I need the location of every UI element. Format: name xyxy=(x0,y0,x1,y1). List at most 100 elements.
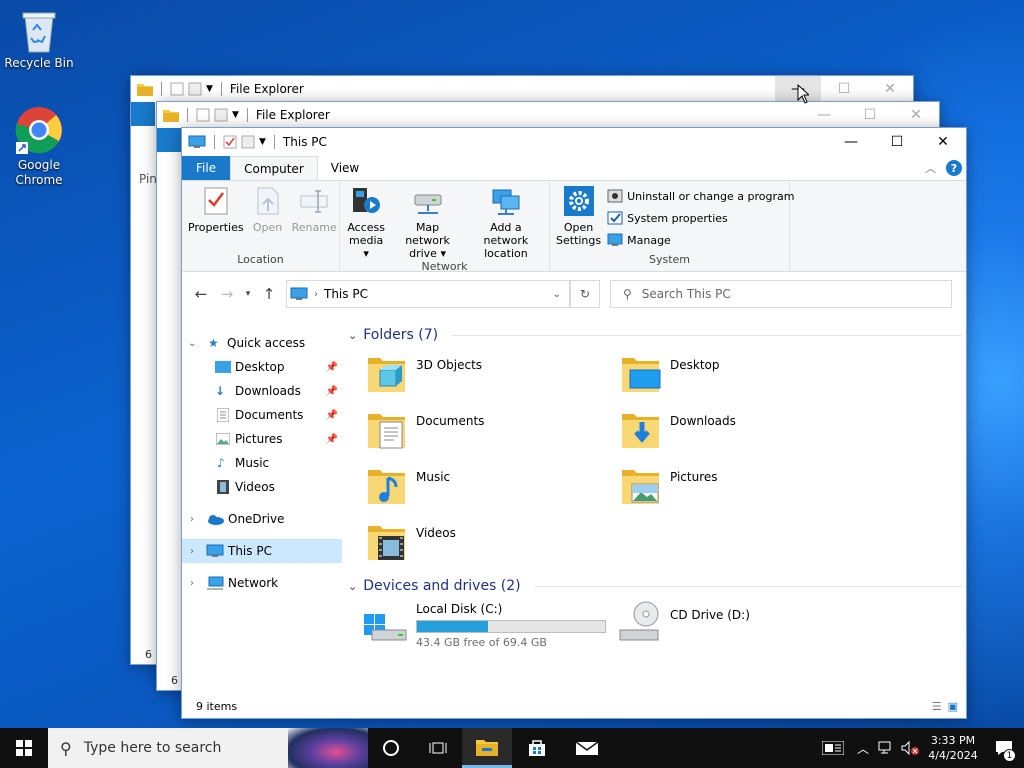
qat-dropdown-icon[interactable]: ▼ xyxy=(232,110,239,120)
breadcrumb-this-pc[interactable]: This PC xyxy=(324,287,368,301)
up-button[interactable]: ↑ xyxy=(256,281,282,307)
new-folder-qat-icon[interactable] xyxy=(241,135,255,149)
tab-computer[interactable]: Computer xyxy=(230,156,318,180)
section-header-folders[interactable]: ⌄ Folders (7) xyxy=(348,324,962,346)
nav-downloads[interactable]: ↓ Downloads 📌 xyxy=(182,379,342,403)
forward-button[interactable]: → xyxy=(214,281,240,307)
chevron-right-icon[interactable]: › xyxy=(190,514,194,525)
nav-desktop[interactable]: Desktop 📌 xyxy=(182,355,342,379)
tab-view[interactable]: View xyxy=(318,156,372,180)
desktop-icon-chrome[interactable]: Google Chrome xyxy=(1,104,77,188)
volume-button[interactable] xyxy=(898,728,922,768)
minimize-button[interactable]: — xyxy=(828,128,874,156)
title-bar[interactable]: ▼ File Explorer — ☐ ✕ xyxy=(157,102,939,128)
folder-downloads[interactable]: Downloads xyxy=(620,408,736,452)
map-network-drive-button[interactable]: Map network drive ▾ xyxy=(390,185,464,260)
task-view-button[interactable] xyxy=(414,728,462,768)
folder-music[interactable]: Music xyxy=(366,464,450,508)
new-folder-qat-icon[interactable] xyxy=(214,108,228,122)
network-drive-icon xyxy=(414,194,442,214)
open-settings-button[interactable]: Open Settings xyxy=(552,185,605,247)
pin-icon[interactable]: 📌 xyxy=(326,410,338,421)
nav-pictures[interactable]: Pictures 📌 xyxy=(182,427,342,451)
action-center-button[interactable]: 1 xyxy=(984,728,1024,768)
section-header-devices[interactable]: ⌄ Devices and drives (2) xyxy=(348,575,962,597)
refresh-button[interactable]: ↻ xyxy=(570,280,600,308)
clock[interactable]: 3:33 PM 4/4/2024 xyxy=(922,733,984,763)
nav-documents[interactable]: Documents 📌 xyxy=(182,403,342,427)
group-label-location: Location xyxy=(237,253,284,266)
chevron-down-icon[interactable]: ⌄ xyxy=(348,580,357,593)
qat-dropdown-icon[interactable]: ▼ xyxy=(259,137,266,147)
large-icons-view-icon[interactable]: ▣ xyxy=(948,700,958,713)
file-tab[interactable] xyxy=(131,102,155,126)
nav-this-pc[interactable]: › This PC xyxy=(182,539,342,563)
show-hidden-icons-button[interactable]: ︿ xyxy=(852,728,874,768)
search-box[interactable]: ⚲ Search This PC xyxy=(610,280,952,308)
search-placeholder: Type here to search xyxy=(83,740,222,756)
properties-button[interactable]: Properties xyxy=(184,185,248,234)
tab-file[interactable]: File xyxy=(182,156,231,180)
drive-cd-d[interactable]: CD Drive (D:) xyxy=(616,600,750,644)
title-bar[interactable]: ▼ This PC — ☐ ✕ xyxy=(182,128,966,156)
maximize-button[interactable]: ☐ xyxy=(847,102,893,128)
folder-documents[interactable]: Documents xyxy=(366,408,484,452)
chevron-down-icon[interactable]: ⌄ xyxy=(188,338,196,349)
file-tab[interactable] xyxy=(157,128,181,152)
breadcrumb-chevron-icon[interactable]: › xyxy=(314,289,318,300)
rename-button[interactable]: Rename xyxy=(288,185,341,234)
collapse-ribbon-icon[interactable]: ︿ xyxy=(925,160,936,176)
pin-icon[interactable]: 📌 xyxy=(326,386,338,397)
details-view-icon[interactable]: ☰ xyxy=(932,700,942,713)
news-widget-button[interactable] xyxy=(814,728,852,768)
maximize-button[interactable]: ☐ xyxy=(874,128,920,156)
open-button[interactable]: Open xyxy=(248,185,288,234)
pin-icon[interactable]: 📌 xyxy=(326,362,338,373)
maximize-button[interactable]: ☐ xyxy=(821,76,867,102)
folder-videos[interactable]: Videos xyxy=(366,520,456,564)
chevron-right-icon[interactable]: › xyxy=(190,546,194,557)
taskbar-store[interactable] xyxy=(512,728,562,768)
nav-videos[interactable]: Videos xyxy=(182,475,342,499)
new-folder-qat-icon[interactable] xyxy=(188,82,202,96)
pin-icon[interactable]: 📌 xyxy=(326,434,338,445)
add-network-location-button[interactable]: Add a network location xyxy=(465,185,547,260)
folder-desktop[interactable]: Desktop xyxy=(620,352,720,396)
uninstall-program-button[interactable]: Uninstall or change a program xyxy=(605,185,796,207)
taskbar-search-box[interactable]: ⚲ Type here to search xyxy=(48,728,368,768)
close-button[interactable]: ✕ xyxy=(920,128,966,156)
close-button[interactable]: ✕ xyxy=(893,102,939,128)
close-button[interactable]: ✕ xyxy=(867,76,913,102)
address-box[interactable]: › This PC ⌄ xyxy=(286,280,570,308)
title-bar[interactable]: ▼ File Explorer — ☐ ✕ xyxy=(131,76,913,102)
nav-onedrive[interactable]: › OneDrive xyxy=(182,507,342,531)
taskbar-file-explorer[interactable] xyxy=(462,728,512,768)
system-properties-button[interactable]: System properties xyxy=(605,207,796,229)
folder-3d-objects[interactable]: 3D Objects xyxy=(366,352,482,396)
mouse-cursor-icon xyxy=(797,84,809,104)
drive-local-disk-c[interactable]: Local Disk (C:) 43.4 GB free of 69.4 GB xyxy=(362,600,606,649)
properties-qat-icon[interactable] xyxy=(223,135,237,149)
cortana-button[interactable] xyxy=(368,728,414,768)
properties-qat-icon[interactable] xyxy=(196,108,210,122)
desktop-icon-recycle-bin[interactable]: Recycle Bin xyxy=(1,8,77,71)
address-dropdown-icon[interactable]: ⌄ xyxy=(553,289,561,300)
nav-quick-access[interactable]: ⌄ ★ Quick access xyxy=(182,331,342,355)
properties-qat-icon[interactable] xyxy=(170,82,184,96)
access-media-button[interactable]: Access media ▾ xyxy=(342,185,390,260)
start-button[interactable] xyxy=(0,728,48,768)
manage-button[interactable]: Manage xyxy=(605,229,796,251)
qat-dropdown-icon[interactable]: ▼ xyxy=(206,84,213,94)
chevron-down-icon[interactable]: ⌄ xyxy=(348,329,357,342)
file-explorer-window-this-pc[interactable]: ▼ This PC — ☐ ✕ File Computer View ︿ ? P… xyxy=(181,127,967,719)
chevron-right-icon[interactable]: › xyxy=(190,578,194,589)
back-button[interactable]: ← xyxy=(188,281,214,307)
folder-pictures[interactable]: Pictures xyxy=(620,464,718,508)
minimize-button[interactable]: — xyxy=(801,102,847,128)
recent-locations-button[interactable]: ▾ xyxy=(240,281,256,307)
nav-music[interactable]: ♪ Music xyxy=(182,451,342,475)
help-icon[interactable]: ? xyxy=(946,160,962,176)
taskbar-mail[interactable] xyxy=(562,728,612,768)
network-status-button[interactable] xyxy=(874,728,898,768)
nav-network[interactable]: › Network xyxy=(182,571,342,595)
